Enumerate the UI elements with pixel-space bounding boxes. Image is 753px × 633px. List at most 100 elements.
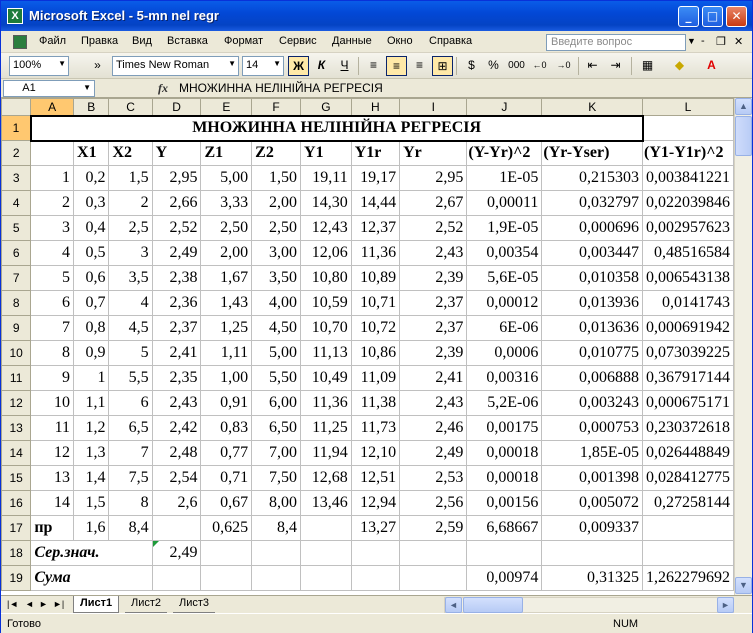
cell[interactable] (399, 565, 468, 591)
row-header[interactable]: 6 (1, 240, 32, 266)
cell[interactable] (541, 540, 643, 566)
excel-app-icon[interactable]: X (7, 8, 23, 24)
cell[interactable]: 2,52 (151, 215, 202, 241)
align-left-icon[interactable]: ≡ (363, 56, 384, 76)
cell[interactable]: 2,46 (399, 415, 468, 441)
cell[interactable] (151, 515, 202, 541)
cell[interactable]: 0,3 (73, 190, 110, 216)
cell[interactable] (251, 540, 302, 566)
cell[interactable]: 0,000675171 (642, 390, 734, 416)
spreadsheet-grid[interactable]: A B C D E F G H I J K L 1 МНОЖИННА НЕЛІН… (1, 98, 734, 595)
thousands-button[interactable]: 000 (506, 56, 527, 76)
cell[interactable]: 2,95 (399, 165, 468, 191)
cell[interactable]: 2,50 (200, 215, 253, 241)
column-header-k[interactable]: K (541, 98, 643, 116)
zoom-select[interactable]: 100% ▼ (9, 56, 69, 76)
sheet-title-cell[interactable]: МНОЖИННА НЕЛІНІЙНА РЕГРЕСІЯ (29, 114, 644, 142)
cell[interactable]: 10,86 (350, 340, 401, 366)
fx-icon[interactable]: fx (158, 81, 168, 96)
cell[interactable]: 1,5 (108, 165, 153, 191)
cell[interactable]: 14,44 (350, 190, 401, 216)
sheet-tab-3[interactable]: Лист3 (173, 596, 216, 613)
cell[interactable]: 11,73 (350, 415, 401, 441)
header-cell[interactable]: X2 (108, 140, 153, 166)
cell[interactable]: 1,9E-05 (466, 215, 543, 241)
cell[interactable]: 12,06 (300, 240, 352, 266)
cell[interactable]: 5,6E-05 (466, 265, 543, 291)
cell[interactable]: 0,009337 (541, 515, 643, 541)
cell[interactable]: 2,39 (399, 265, 468, 291)
cell[interactable]: 2 (108, 190, 153, 216)
cell[interactable]: 0,77 (200, 440, 253, 466)
header-cell[interactable]: (Y-Yr)^2 (466, 140, 543, 166)
prev-sheet-icon[interactable]: ◄ (25, 599, 34, 609)
cell[interactable]: 0,000691942 (642, 315, 734, 341)
sheet-tab-1[interactable]: Лист1 (73, 596, 120, 613)
cell[interactable]: 4,00 (251, 290, 302, 316)
menu-data[interactable]: Данные (332, 35, 372, 47)
cell[interactable]: 0,005072 (541, 490, 643, 516)
cell[interactable]: 8 (30, 340, 75, 366)
align-center-icon[interactable]: ≡ (386, 56, 407, 76)
chevron-down-icon[interactable]: ▼ (687, 36, 696, 46)
menu-file[interactable]: Файл (39, 35, 66, 47)
font-color-icon[interactable]: A (701, 56, 722, 76)
row-header[interactable]: 3 (1, 165, 32, 191)
cell[interactable]: Сума (30, 565, 153, 591)
cell[interactable]: 8,4 (108, 515, 153, 541)
cell[interactable]: 2,43 (399, 390, 468, 416)
bold-button[interactable]: Ж (288, 56, 309, 76)
cell[interactable]: 2 (30, 190, 75, 216)
cell[interactable]: 1,85E-05 (541, 440, 643, 466)
cell[interactable] (350, 540, 401, 566)
cell[interactable]: 7,5 (108, 465, 153, 491)
cell[interactable]: 2,59 (399, 515, 468, 541)
merge-center-icon[interactable]: ⊞ (432, 56, 453, 76)
cell[interactable]: 11,36 (300, 390, 352, 416)
cell[interactable]: 0,7 (73, 290, 110, 316)
cell[interactable]: 0,00018 (466, 440, 543, 466)
column-header-g[interactable]: G (300, 98, 352, 116)
cell[interactable] (251, 565, 302, 591)
cell[interactable]: 12,51 (350, 465, 401, 491)
cell[interactable] (300, 515, 352, 541)
row-header[interactable]: 17 (1, 515, 32, 541)
cell[interactable]: 0,5 (73, 240, 110, 266)
row-header[interactable]: 15 (1, 465, 32, 491)
cell[interactable]: 2,6 (151, 490, 202, 516)
cell[interactable]: 2,56 (399, 490, 468, 516)
horizontal-scroll-thumb[interactable] (463, 597, 523, 613)
cell[interactable]: 5 (108, 340, 153, 366)
cell[interactable]: 12,43 (300, 215, 352, 241)
cell[interactable]: 2,52 (399, 215, 468, 241)
align-right-icon[interactable]: ≡ (409, 56, 430, 76)
column-header-b[interactable]: B (73, 98, 110, 116)
cell[interactable]: 0,67 (200, 490, 253, 516)
cell[interactable]: 5,2E-06 (466, 390, 543, 416)
cell[interactable]: 0,6 (73, 265, 110, 291)
font-size-select[interactable]: 14 ▼ (242, 56, 284, 76)
row-header[interactable]: 1 (1, 115, 32, 141)
cell[interactable]: 0,00018 (466, 465, 543, 491)
cell[interactable]: 0,001398 (541, 465, 643, 491)
column-header-e[interactable]: E (200, 98, 253, 116)
header-cell[interactable]: Y1r (350, 140, 401, 166)
cell[interactable]: 0,032797 (541, 190, 643, 216)
row-header[interactable]: 18 (1, 540, 32, 566)
sheet-tab-2[interactable]: Лист2 (125, 596, 168, 613)
name-box[interactable]: A1 ▼ (3, 80, 95, 97)
cell[interactable]: 1E-05 (466, 165, 543, 191)
cell[interactable]: 0,010775 (541, 340, 643, 366)
cell[interactable]: 12,68 (300, 465, 352, 491)
cell[interactable]: 7 (30, 315, 75, 341)
cell[interactable]: 5,5 (108, 365, 153, 391)
row-header[interactable]: 2 (1, 140, 32, 166)
cell[interactable]: 0,006888 (541, 365, 643, 391)
cell[interactable]: 2,49 (399, 440, 468, 466)
cell[interactable]: 2,37 (399, 290, 468, 316)
cell[interactable]: 0,00012 (466, 290, 543, 316)
menu-help[interactable]: Справка (429, 35, 472, 47)
cell[interactable]: 5 (30, 265, 75, 291)
cell[interactable]: 10,72 (350, 315, 401, 341)
currency-icon[interactable]: $ (461, 56, 482, 76)
